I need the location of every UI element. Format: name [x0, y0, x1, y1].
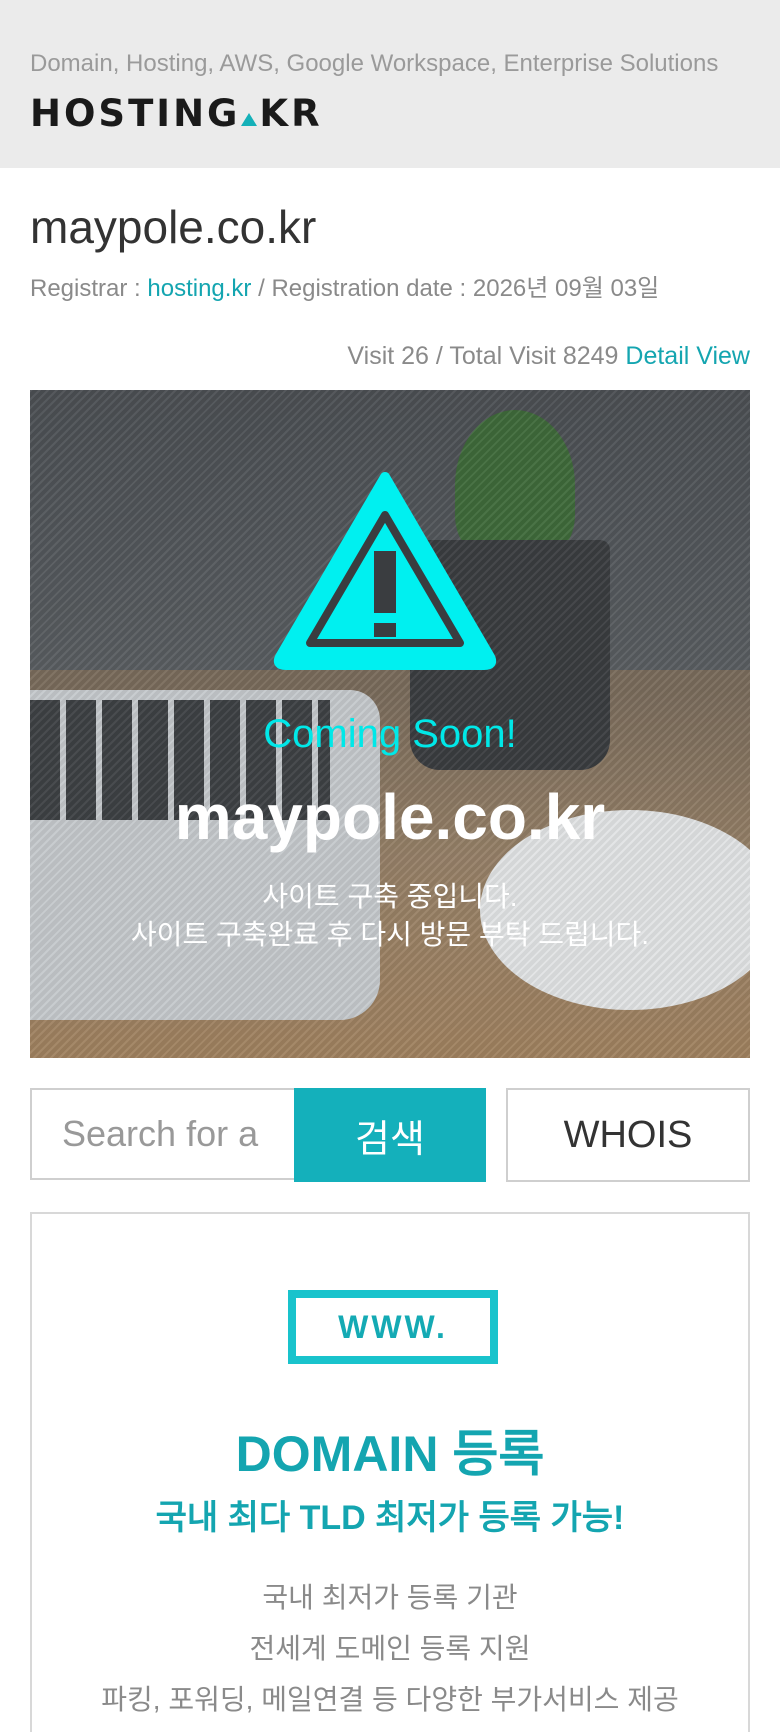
logo-text-right: KR — [259, 92, 323, 135]
domain-card-subtitle: 국내 최다 TLD 최저가 등록 가능! — [155, 1499, 625, 1537]
page-title: maypole.co.kr — [30, 201, 317, 253]
registration-date: 2026년 09월 03일 — [472, 275, 660, 302]
detail-view-link[interactable]: Detail View — [625, 342, 750, 370]
hosting-kr-logo[interactable]: HOSTING KR — [30, 92, 323, 135]
visit-count-text: Visit 26 / Total Visit 8249 — [347, 342, 626, 370]
hero-message: 사이트 구축 중입니다. 사이트 구축완료 후 다시 방문 부탁 드립니다. — [30, 878, 750, 954]
list-item: 전세계 도메인 등록 지원 — [249, 1633, 531, 1664]
www-icon: WWW. — [288, 1290, 498, 1364]
coming-soon-text: Coming Soon! — [263, 712, 517, 756]
list-item: 국내 최저가 등록 기관 — [262, 1582, 518, 1613]
coming-soon-banner: Coming Soon! maypole.co.kr 사이트 구축 중입니다. … — [30, 390, 750, 1058]
hero-message-line-1: 사이트 구축 중입니다. — [262, 881, 518, 912]
hero-message-line-2: 사이트 구축완료 후 다시 방문 부탁 드립니다. — [130, 919, 650, 950]
domain-registration-card[interactable]: WWW. DOMAIN 등록 국내 최다 TLD 최저가 등록 가능! 국내 최… — [30, 1212, 750, 1732]
whois-button[interactable]: WHOIS — [506, 1088, 750, 1182]
logo-dot-icon — [241, 113, 258, 126]
domain-search-input[interactable] — [30, 1088, 294, 1180]
header-tagline: Domain, Hosting, AWS, Google Workspace, … — [30, 50, 719, 77]
registration-info: Registrar : hosting.kr / Registration da… — [30, 268, 659, 303]
warning-icon — [273, 472, 497, 670]
logo-text-left: HOSTING — [30, 92, 241, 135]
list-item: 파킹, 포워딩, 메일연결 등 다양한 부가서비스 제공 — [101, 1684, 679, 1715]
domain-feature-list: 국내 최저가 등록 기관 전세계 도메인 등록 지원 파킹, 포워딩, 메일연결… — [32, 1572, 748, 1725]
domain-card-title: DOMAIN 등록 — [235, 1426, 545, 1482]
hero-domain-name: maypole.co.kr — [174, 781, 606, 853]
search-button[interactable]: 검색 — [294, 1088, 486, 1182]
registration-date-label: / Registration date : — [251, 275, 473, 302]
registrar-label: Registrar : — [30, 275, 148, 302]
registrar-link[interactable]: hosting.kr — [147, 275, 251, 302]
site-header: Domain, Hosting, AWS, Google Workspace, … — [0, 0, 780, 168]
visit-counter: Visit 26 / Total Visit 8249 Detail View — [347, 342, 750, 371]
